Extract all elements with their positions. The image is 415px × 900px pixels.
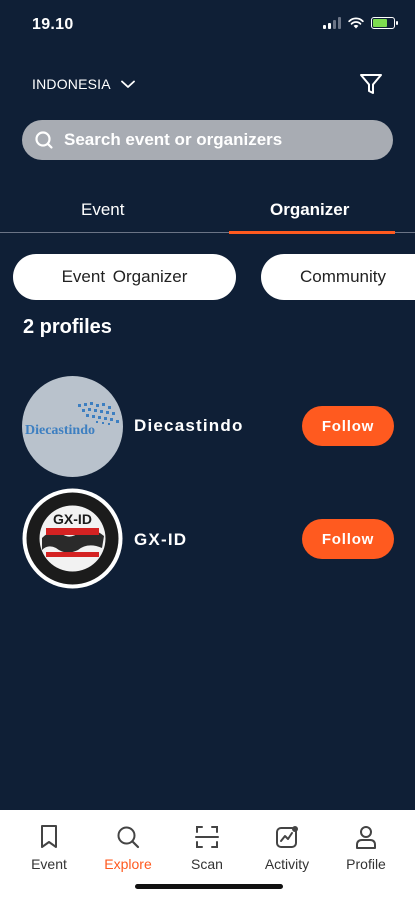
nav-scan[interactable]: Scan xyxy=(167,824,247,872)
diecastindo-logo: Diecastindo xyxy=(22,376,123,477)
nav-label: Profile xyxy=(346,856,386,872)
profile-row[interactable]: GX-ID GX-ID Follow xyxy=(0,488,415,589)
user-icon xyxy=(356,826,376,849)
nav-event[interactable]: Event xyxy=(9,824,89,872)
search-bar[interactable] xyxy=(22,120,393,160)
chip-community[interactable]: Community xyxy=(261,254,415,300)
nav-label: Event xyxy=(31,856,67,872)
nav-label: Activity xyxy=(264,856,310,872)
tab-event[interactable]: Event xyxy=(81,200,124,220)
nav-label: Scan xyxy=(191,856,223,872)
follow-button[interactable]: Follow xyxy=(302,519,394,559)
follow-button[interactable]: Follow xyxy=(302,406,394,446)
avatar-gx-id[interactable]: GX-ID xyxy=(22,488,123,589)
region-label: INDONESIA xyxy=(32,76,111,92)
profile-name[interactable]: GX-ID xyxy=(134,530,187,550)
nav-profile[interactable]: Profile xyxy=(326,824,406,872)
profile-row[interactable]: Diecastindo Diecastindo Follow xyxy=(0,376,415,477)
filter-icon xyxy=(360,74,382,94)
profile-name[interactable]: Diecastindo xyxy=(134,416,244,436)
home-indicator xyxy=(135,884,283,889)
logo-text: GX-ID xyxy=(53,511,92,527)
status-bar: 19.10 xyxy=(0,0,415,50)
filter-button[interactable] xyxy=(359,72,383,101)
scan-icon xyxy=(195,826,219,848)
battery-icon xyxy=(371,17,398,29)
nav-activity[interactable]: Activity xyxy=(247,824,327,872)
results-count: 2 profiles xyxy=(23,316,112,338)
nav-label: Explore xyxy=(104,856,152,872)
activity-icon xyxy=(276,826,298,848)
search-icon xyxy=(117,826,140,849)
cellular-signal-icon xyxy=(323,17,341,29)
gx-id-logo: GX-ID xyxy=(22,488,123,589)
category-chips: Event Organizer Community xyxy=(0,254,415,300)
chevron-down-icon xyxy=(120,80,135,88)
wifi-icon xyxy=(348,17,364,29)
tab-organizer[interactable]: Organizer xyxy=(270,200,349,220)
logo-text: Diecastindo xyxy=(25,423,95,438)
status-time: 19.10 xyxy=(32,16,74,33)
search-icon xyxy=(35,131,53,149)
region-selector[interactable]: INDONESIA xyxy=(32,76,135,92)
tab-bar: Event Organizer xyxy=(0,190,415,234)
status-icons xyxy=(323,17,398,29)
active-tab-indicator xyxy=(229,231,395,234)
search-input[interactable] xyxy=(64,130,384,150)
avatar-diecastindo[interactable]: Diecastindo xyxy=(22,376,123,477)
chip-event-organizer[interactable]: Event Organizer xyxy=(13,254,236,300)
bookmark-icon xyxy=(41,825,57,848)
nav-explore[interactable]: Explore xyxy=(88,824,168,872)
